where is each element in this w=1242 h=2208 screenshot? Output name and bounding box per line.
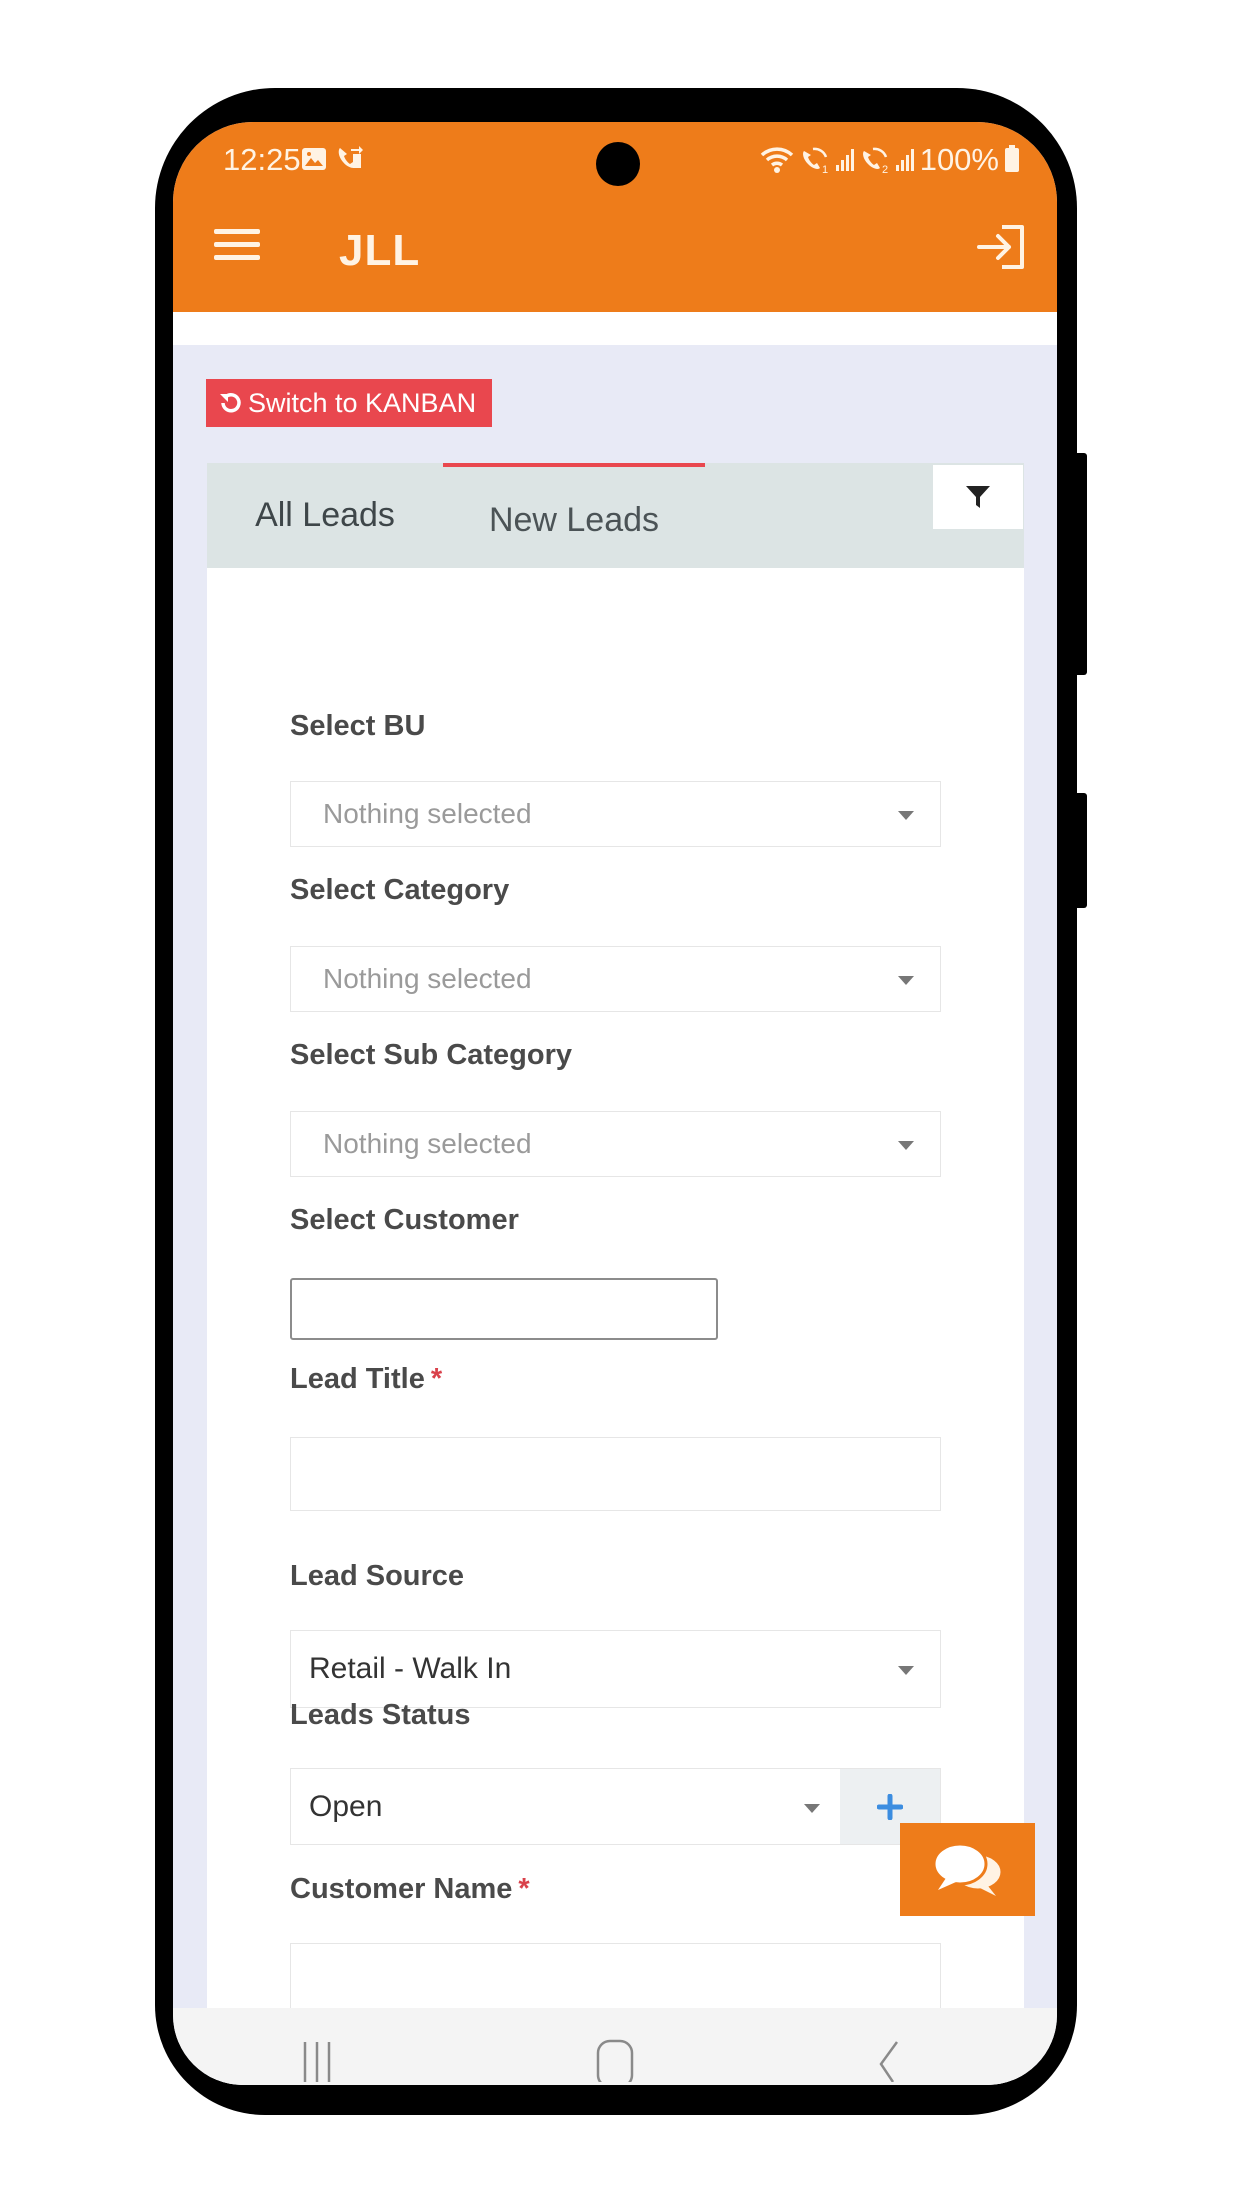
wifi-icon [760,147,793,173]
switch-to-kanban-button[interactable]: Switch to KANBAN [206,379,492,427]
volte-sim2-icon: 2 [862,147,888,175]
gallery-notification-icon [302,148,326,170]
switch-to-kanban-label: Switch to KANBAN [248,387,477,418]
select-sub-category-label: Select Sub Category [290,1039,573,1071]
required-asterisk: * [518,1873,530,1905]
chat-button[interactable] [900,1823,1035,1916]
power-button [1075,793,1087,908]
tab-new-leads-label: New Leads [488,501,660,539]
battery-icon [1005,145,1019,172]
select-sub-category-dropdown[interactable]: Nothing selected [290,1111,941,1177]
required-asterisk: * [430,1363,443,1395]
tab-all-leads-label: All Leads [255,496,395,534]
select-customer-label: Select Customer [290,1204,519,1236]
select-bu-dropdown[interactable]: Nothing selected [290,781,941,847]
call-forwarding-icon [338,146,363,168]
leads-status-dropdown[interactable]: Open [291,1769,840,1844]
volume-button [1075,453,1087,675]
lead-source-value: Retail - Walk In [309,1652,512,1685]
leads-status-label: Leads Status [290,1699,471,1731]
customer-name-label-text: Customer Name [290,1873,513,1905]
select-category-value: Nothing selected [323,963,532,994]
plus-icon [877,1793,903,1820]
chat-bubbles-icon [932,1842,1003,1896]
select-category-dropdown[interactable]: Nothing selected [290,946,941,1012]
app-header: 12:25 1 2 100% JLL [173,122,1057,312]
customer-name-input[interactable] [290,1943,941,2017]
header-spacer [173,312,1057,345]
select-sub-category-value: Nothing selected [323,1128,532,1159]
phone-screen: 12:25 1 2 100% JLL Switch to KANBAN All … [173,122,1057,2085]
undo-icon [220,393,241,413]
lead-title-label-text: Lead Title [290,1363,425,1395]
chevron-down-icon [898,1666,914,1675]
select-bu-value: Nothing selected [323,798,532,829]
chevron-down-icon [898,811,914,820]
lead-source-dropdown[interactable]: Retail - Walk In [290,1630,941,1708]
lead-source-label: Lead Source [290,1560,465,1592]
tab-new-leads[interactable]: New Leads [443,463,705,568]
leads-status-value: Open [309,1789,383,1823]
svg-text:1: 1 [822,164,828,175]
battery-percent: 100% [919,142,999,177]
lead-title-label: Lead Title * [290,1363,442,1396]
hamburger-menu-icon[interactable] [214,229,260,261]
back-icon[interactable] [873,2038,903,2082]
filter-icon [966,486,990,508]
tab-all-leads[interactable]: All Leads [207,463,443,568]
android-nav-bar [173,2008,1057,2085]
signal-sim1-icon [835,149,854,171]
svg-text:2: 2 [882,164,888,175]
status-time: 12:25 [223,142,301,177]
select-customer-input[interactable] [290,1278,718,1340]
lead-tabs: All Leads New Leads [207,463,1024,568]
lead-title-input[interactable] [290,1437,941,1511]
chevron-down-icon [898,976,914,985]
select-category-label: Select Category [290,874,510,906]
front-camera [596,142,640,186]
chevron-down-icon [898,1141,914,1150]
customer-name-label: Customer Name * [290,1873,530,1906]
recent-apps-icon[interactable] [299,2038,335,2082]
home-icon[interactable] [595,2038,635,2082]
volte-sim1-icon: 1 [802,147,828,175]
leads-status-group: Open [290,1768,941,1845]
filter-button[interactable] [933,465,1023,529]
chevron-down-icon [804,1803,820,1813]
app-title: JLL [339,226,421,275]
status-icons: 1 2 100% [760,142,1019,178]
sign-in-icon[interactable] [976,224,1026,270]
signal-sim2-icon [895,149,914,171]
select-bu-label: Select BU [290,710,426,742]
